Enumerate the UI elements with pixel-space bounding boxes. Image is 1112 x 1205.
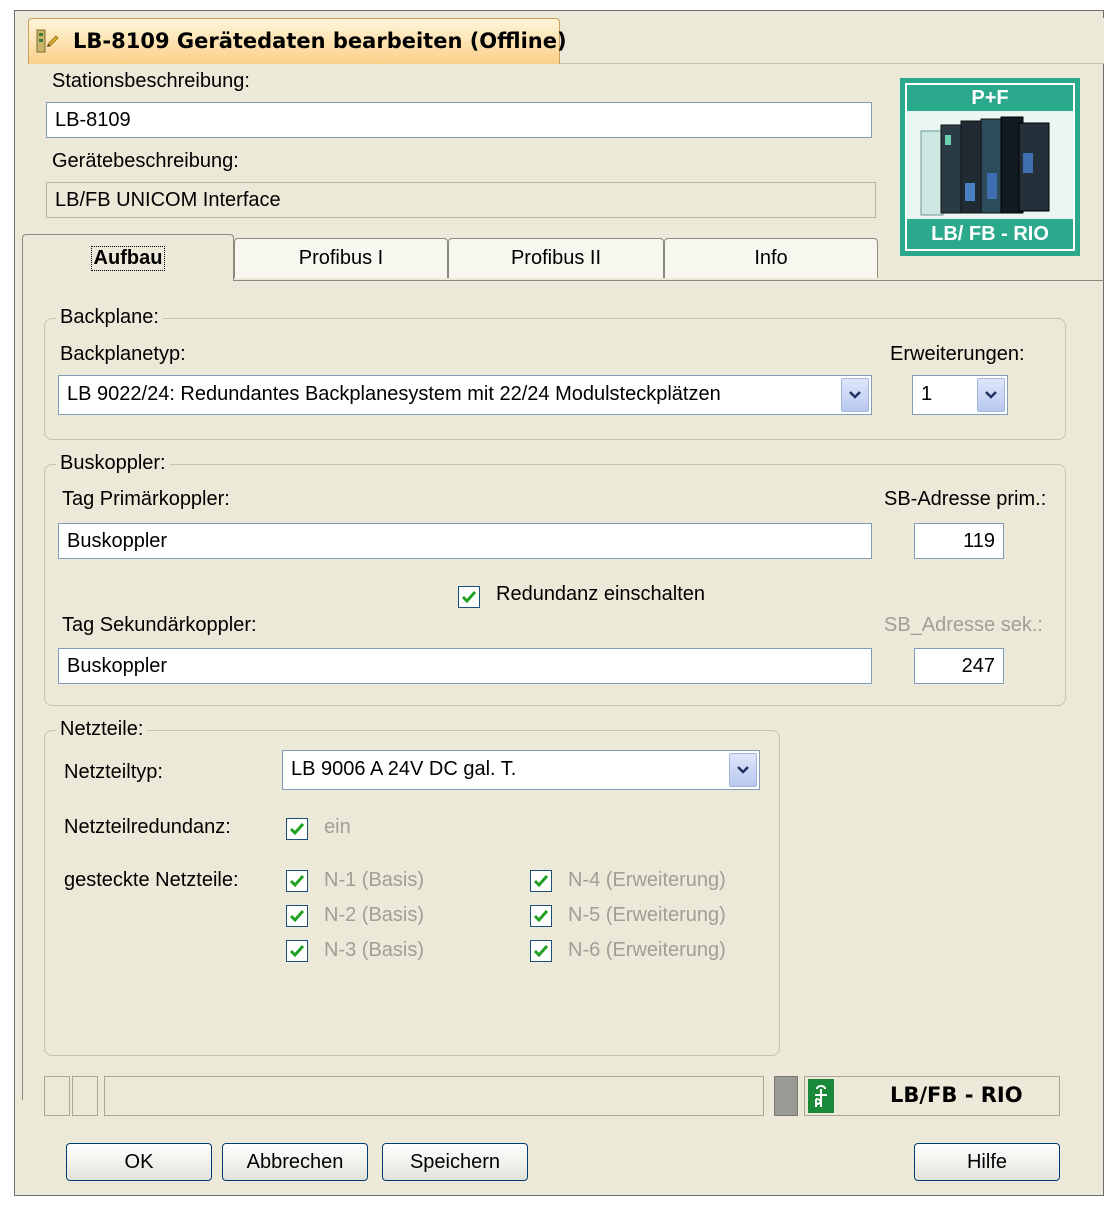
- supply-n3-checkbox[interactable]: [286, 940, 308, 962]
- tab-profibus-1[interactable]: Profibus I: [234, 238, 448, 278]
- supply-n6-checkbox[interactable]: [530, 940, 552, 962]
- extensions-value: 1: [921, 383, 933, 405]
- supply-n5-checkbox[interactable]: [530, 905, 552, 927]
- primary-coupler-input[interactable]: Buskoppler: [58, 523, 872, 559]
- backplane-type-label: Backplanetyp:: [60, 343, 186, 365]
- supply-n6-label[interactable]: N-6 (Erweiterung): [568, 939, 726, 962]
- logo-bottom-text: LB/ FB - RIO: [931, 223, 1049, 245]
- checkmark-icon: [533, 910, 549, 923]
- tab-profibus-1-label: Profibus I: [298, 247, 384, 269]
- primary-address-input[interactable]: 119: [914, 523, 1004, 559]
- checkmark-icon: [289, 823, 305, 836]
- power-supply-type-value: LB 9006 A 24V DC gal. T.: [291, 758, 517, 780]
- secondary-address-input[interactable]: 247: [914, 648, 1004, 684]
- buskoppler-group-title: Buskoppler:: [56, 452, 170, 475]
- backplane-type-select[interactable]: LB 9022/24: Redundantes Backplanesystem …: [58, 375, 872, 415]
- checkmark-icon: [289, 910, 305, 923]
- power-redundancy-option[interactable]: ein: [324, 816, 351, 839]
- backplane-type-value: LB 9022/24: Redundantes Backplanesystem …: [67, 383, 721, 405]
- tab-info[interactable]: Info: [664, 238, 878, 278]
- primary-coupler-label: Tag Primärkoppler:: [62, 488, 230, 510]
- power-supply-type-select[interactable]: LB 9006 A 24V DC gal. T.: [282, 750, 760, 790]
- redundancy-label[interactable]: Redundanz einschalten: [496, 583, 705, 606]
- extensions-select[interactable]: 1: [912, 375, 1008, 415]
- checkmark-icon: [533, 945, 549, 958]
- secondary-address-label: SB_Adresse sek.:: [884, 614, 1043, 636]
- help-button[interactable]: Hilfe: [914, 1143, 1060, 1181]
- logo-top-text: P+F: [971, 87, 1009, 109]
- save-button[interactable]: Speichern: [382, 1143, 528, 1181]
- supply-n2-label[interactable]: N-2 (Basis): [324, 904, 424, 927]
- power-supply-type-label: Netzteiltyp:: [64, 761, 163, 783]
- secondary-coupler-input[interactable]: Buskoppler: [58, 648, 872, 684]
- checkmark-icon: [289, 945, 305, 958]
- window-title: LB-8109 Gerätedaten bearbeiten (Offline): [73, 29, 567, 53]
- pepperl-fuchs-logo-icon: [808, 1079, 834, 1113]
- supply-n1-label[interactable]: N-1 (Basis): [324, 869, 424, 892]
- primary-address-label: SB-Adresse prim.:: [884, 488, 1047, 510]
- station-label: Stationsbeschreibung:: [52, 70, 250, 92]
- chevron-down-icon[interactable]: [841, 378, 869, 412]
- checkmark-icon: [533, 875, 549, 888]
- tab-info-label: Info: [754, 247, 788, 269]
- tab-aufbau-label: Aufbau: [90, 245, 166, 271]
- status-product-name: LB/FB - RIO: [890, 1083, 1023, 1107]
- power-supply-group-title: Netzteile:: [56, 718, 148, 741]
- cancel-button[interactable]: Abbrechen: [222, 1143, 368, 1181]
- power-redundancy-label: Netzteilredundanz:: [64, 816, 231, 838]
- title-tab[interactable]: LB-8109 Gerätedaten bearbeiten (Offline): [28, 18, 567, 64]
- extensions-label: Erweiterungen:: [890, 343, 1025, 365]
- status-cell-2: [72, 1076, 98, 1116]
- supply-n5-label[interactable]: N-5 (Erweiterung): [568, 904, 726, 927]
- title-strip: [560, 18, 1104, 64]
- plugged-supplies-label: gesteckte Netzteile:: [64, 869, 239, 891]
- secondary-coupler-label: Tag Sekundärkoppler:: [62, 614, 257, 636]
- device-description-field: LB/FB UNICOM Interface: [46, 182, 876, 218]
- supply-n1-checkbox[interactable]: [286, 870, 308, 892]
- tab-aufbau[interactable]: Aufbau: [22, 234, 234, 281]
- checkmark-icon: [461, 591, 477, 604]
- device-edit-icon: [35, 28, 59, 54]
- chevron-down-icon[interactable]: [977, 378, 1005, 412]
- checkmark-icon: [289, 875, 305, 888]
- status-cell-1: [44, 1076, 70, 1116]
- supply-n2-checkbox[interactable]: [286, 905, 308, 927]
- supply-n3-label[interactable]: N-3 (Basis): [324, 939, 424, 962]
- power-redundancy-checkbox[interactable]: [286, 818, 308, 840]
- chevron-down-icon[interactable]: [729, 753, 757, 787]
- status-message-field: [104, 1076, 764, 1116]
- backplane-group-title: Backplane:: [56, 306, 163, 329]
- supply-n4-label[interactable]: N-4 (Erweiterung): [568, 869, 726, 892]
- io-modules-image: [920, 116, 1050, 216]
- redundancy-checkbox[interactable]: [458, 586, 480, 608]
- device-label: Gerätebeschreibung:: [52, 150, 239, 172]
- station-description-input[interactable]: LB-8109: [46, 102, 872, 138]
- tab-profibus-2[interactable]: Profibus II: [448, 238, 664, 278]
- tab-profibus-2-label: Profibus II: [510, 247, 602, 269]
- supply-n4-checkbox[interactable]: [530, 870, 552, 892]
- status-indicator: [774, 1076, 798, 1116]
- product-logo: P+F LB/ FB - RIO: [900, 78, 1080, 256]
- ok-button[interactable]: OK: [66, 1143, 212, 1181]
